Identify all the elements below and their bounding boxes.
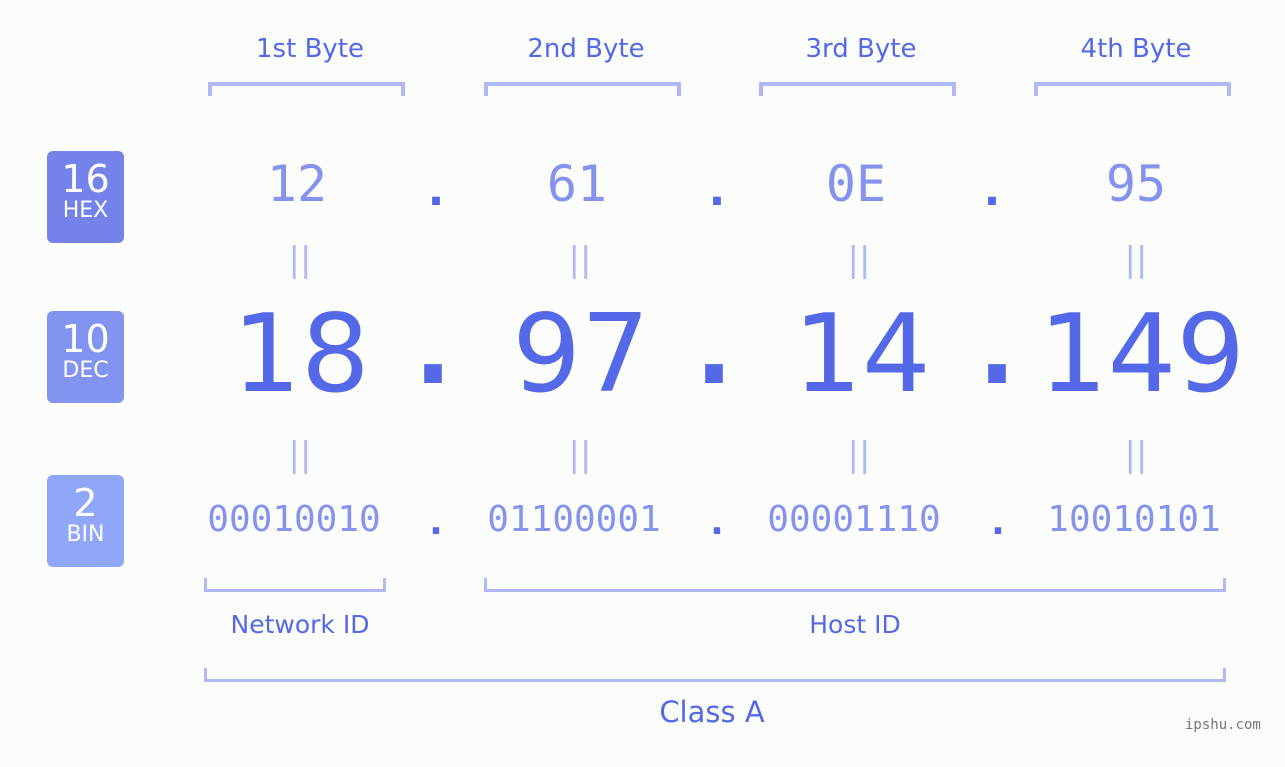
equals-dec-bin-1: || [288, 435, 312, 475]
bin-dot-1: . [429, 502, 443, 543]
dec-value-4: 149 [1038, 292, 1246, 417]
byte-bracket-2 [484, 82, 681, 96]
class-label: Class A [659, 695, 765, 729]
bin-value-3: 00001110 [767, 499, 941, 540]
hex-dot-3: . [983, 165, 1001, 216]
equals-hex-dec-1: || [288, 240, 312, 280]
dec-badge-base: 10 [61, 317, 110, 361]
dec-value-1: 18 [232, 292, 370, 417]
host-id-bracket [484, 578, 1226, 592]
bin-badge: 2 BIN [47, 475, 124, 567]
byte-bracket-3 [759, 82, 956, 96]
hex-value-2: 61 [546, 155, 608, 213]
network-id-label: Network ID [230, 610, 370, 639]
dec-dot-2: . [695, 290, 733, 407]
bin-dot-3: . [991, 502, 1005, 543]
equals-hex-dec-3: || [847, 240, 871, 280]
equals-hex-dec-2: || [568, 240, 592, 280]
host-id-label: Host ID [809, 610, 901, 639]
hex-value-4: 95 [1105, 155, 1167, 213]
byte-label-4: 4th Byte [1080, 34, 1192, 64]
bin-badge-base: 2 [73, 481, 98, 525]
equals-dec-bin-2: || [568, 435, 592, 475]
byte-label-1: 1st Byte [256, 34, 364, 64]
dec-value-3: 14 [793, 292, 931, 417]
watermark: ipshu.com [1185, 717, 1261, 733]
hex-badge-label: HEX [62, 198, 109, 223]
bin-dot-2: . [710, 502, 724, 543]
class-bracket [204, 668, 1226, 682]
bin-badge-label: BIN [66, 522, 105, 547]
bin-value-4: 10010101 [1047, 499, 1221, 540]
byte-label-2: 2nd Byte [527, 34, 645, 64]
hex-badge: 16 HEX [47, 151, 124, 243]
hex-value-3: 0E [825, 155, 887, 213]
byte-bracket-1 [208, 82, 405, 96]
hex-badge-base: 16 [61, 157, 110, 201]
byte-bracket-4 [1034, 82, 1231, 96]
byte-label-3: 3rd Byte [805, 34, 917, 64]
bin-value-1: 00010010 [207, 499, 381, 540]
hex-value-1: 12 [266, 155, 328, 213]
hex-dot-1: . [427, 165, 445, 216]
equals-dec-bin-4: || [1124, 435, 1148, 475]
dec-badge: 10 DEC [47, 311, 124, 403]
dec-dot-1: . [414, 290, 452, 407]
equals-dec-bin-3: || [847, 435, 871, 475]
dec-badge-label: DEC [62, 358, 109, 383]
hex-dot-2: . [708, 165, 726, 216]
network-id-bracket [204, 578, 386, 592]
dec-value-2: 97 [512, 292, 650, 417]
bin-value-2: 01100001 [487, 499, 661, 540]
equals-hex-dec-4: || [1124, 240, 1148, 280]
dec-dot-3: . [978, 290, 1016, 407]
